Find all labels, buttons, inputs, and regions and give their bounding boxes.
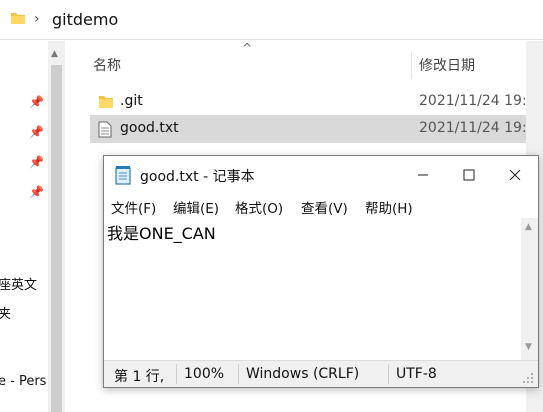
menu-file[interactable]: 文件(F): [111, 197, 156, 217]
file-date: 2021/11/24 19:1: [419, 120, 536, 136]
chevron-right-icon[interactable]: ›: [34, 11, 40, 27]
nav-item-label[interactable]: 夹: [0, 303, 11, 322]
column-divider[interactable]: [411, 51, 412, 79]
menu-bar: 文件(F) 编辑(E) 格式(O) 查看(V) 帮助(H): [104, 194, 538, 218]
navigation-pane: 📌 📌 📌 📌 座英文 夹 e - Pers: [0, 41, 48, 412]
status-encoding: UTF-8: [396, 366, 437, 382]
address-path[interactable]: gitdemo: [52, 10, 118, 29]
nav-item-label[interactable]: 座英文: [0, 274, 37, 293]
notepad-window[interactable]: good.txt - 记事本 文件(F) 编辑(E) 格式(O) 查看(V) 帮…: [103, 155, 539, 388]
folder-icon: [99, 96, 113, 108]
status-divider: [238, 364, 239, 384]
minimize-icon: [418, 174, 428, 176]
scroll-up-icon[interactable]: ▲: [51, 49, 58, 59]
nav-item-label[interactable]: e - Pers: [0, 374, 46, 389]
pin-icon: 📌: [29, 125, 44, 139]
scrollbar-thumb[interactable]: [51, 65, 62, 412]
title-bar[interactable]: good.txt - 记事本: [104, 156, 538, 194]
status-divider: [176, 364, 177, 384]
text-editor-area[interactable]: 我是ONE_CAN: [105, 218, 521, 360]
status-bar: 第 1 行, 100% Windows (CRLF) UTF-8: [104, 360, 538, 387]
menu-format[interactable]: 格式(O): [235, 197, 283, 217]
notepad-icon: [115, 166, 131, 185]
pin-icon: 📌: [29, 155, 44, 169]
folder-icon: [11, 13, 25, 24]
pin-icon: 📌: [29, 185, 44, 199]
menu-help[interactable]: 帮助(H): [365, 197, 413, 217]
maximize-button[interactable]: [446, 156, 492, 194]
column-name-header[interactable]: 名称: [93, 55, 121, 75]
resize-grip-icon[interactable]: [522, 372, 534, 384]
address-bar[interactable]: › gitdemo: [0, 0, 543, 40]
minimize-button[interactable]: [400, 156, 446, 194]
scroll-down-icon[interactable]: ▼: [525, 342, 532, 352]
status-line-ending: Windows (CRLF): [246, 366, 360, 382]
file-name: .git: [120, 93, 143, 109]
close-icon: [509, 169, 521, 181]
column-date-header[interactable]: 修改日期: [419, 55, 475, 75]
menu-view[interactable]: 查看(V): [301, 197, 348, 217]
status-zoom: 100%: [184, 366, 225, 382]
file-name: good.txt: [120, 120, 179, 136]
scroll-up-icon[interactable]: ▲: [525, 222, 532, 232]
menu-edit[interactable]: 编辑(E): [173, 197, 219, 217]
nav-scrollbar[interactable]: ▲: [48, 41, 65, 412]
file-row[interactable]: good.txt 2021/11/24 19:1: [90, 115, 536, 143]
status-divider: [388, 364, 389, 384]
close-button[interactable]: [492, 156, 538, 194]
file-row[interactable]: .git 2021/11/24 19:1: [90, 88, 536, 116]
window-title: good.txt - 记事本: [140, 169, 255, 185]
file-date: 2021/11/24 19:1: [419, 93, 536, 109]
status-cursor-position: 第 1 行,: [114, 369, 165, 385]
column-header: ^ 名称 修改日期: [66, 41, 543, 83]
sort-up-icon: ^: [242, 41, 253, 55]
text-file-icon: [98, 121, 112, 138]
editor-scrollbar[interactable]: ▲ ▼: [521, 218, 538, 360]
pin-icon: 📌: [29, 95, 44, 109]
document-text[interactable]: 我是ONE_CAN: [107, 220, 216, 244]
maximize-icon: [463, 169, 475, 181]
